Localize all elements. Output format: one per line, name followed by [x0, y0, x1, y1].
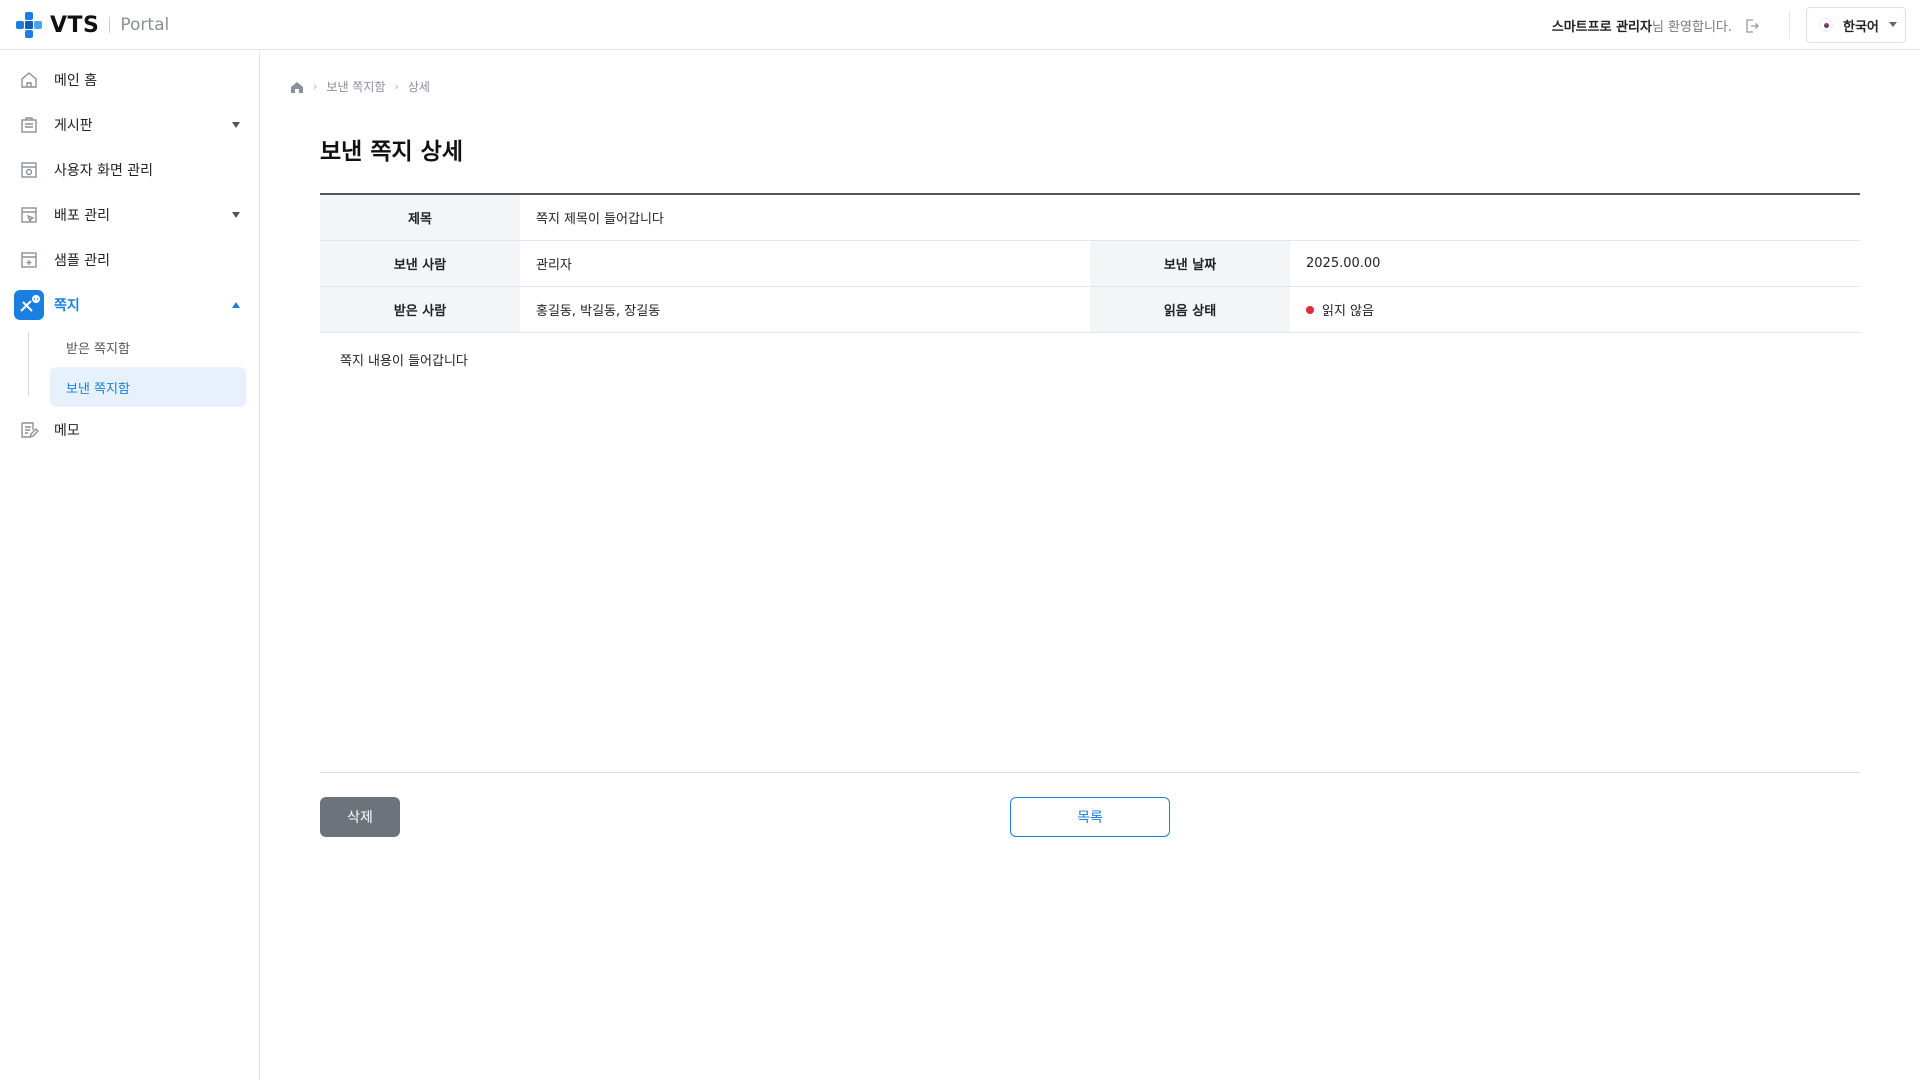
sidebar-item-label: 메인 홈	[54, 73, 98, 89]
sidebar-item-label: 사용자 화면 관리	[54, 163, 154, 179]
sender-label: 보낸 사람	[320, 241, 520, 286]
chevron-right-icon: ›	[313, 80, 318, 93]
home-icon	[14, 65, 44, 95]
logo-mark-icon	[16, 12, 42, 38]
logo-divider	[109, 17, 111, 33]
unread-status-dot-icon	[1306, 305, 1314, 314]
sidebar-item-label: 샘플 관리	[54, 253, 110, 269]
logout-icon[interactable]	[1744, 18, 1760, 34]
board-icon	[14, 110, 44, 140]
korea-flag-icon	[1819, 18, 1833, 32]
table-row: 받은 사람 홍길동, 박길동, 장길동 읽음 상태 읽지 않음	[320, 287, 1860, 333]
breadcrumb: › 보낸 쪽지함 › 상세	[290, 78, 430, 95]
chevron-down-icon	[1889, 22, 1897, 27]
sidebar-item-user-screen[interactable]: 사용자 화면 관리	[14, 152, 246, 188]
message-content: 쪽지 내용이 들어갑니다	[340, 354, 468, 369]
screen-settings-icon	[14, 155, 44, 185]
sample-icon	[14, 245, 44, 275]
chevron-up-icon	[232, 302, 240, 308]
read-status-cell: 읽지 않음	[1290, 287, 1860, 332]
sidebar-item-label: 메모	[54, 423, 80, 439]
recipients-label: 받은 사람	[320, 287, 520, 332]
sidebar-item-main-home[interactable]: 메인 홈	[14, 62, 246, 98]
page-title: 보낸 쪽지 상세	[320, 139, 463, 165]
sidebar-subitem-label: 받은 쪽지함	[66, 341, 130, 357]
breadcrumb-item-current: 상세	[407, 80, 430, 94]
deploy-icon	[14, 200, 44, 230]
subject-label: 제목	[320, 195, 520, 240]
message-detail-table: 제목 쪽지 제목이 들어갑니다 보낸 사람 관리자 보낸 날짜 2025.00.…	[320, 193, 1860, 333]
sidebar-item-message[interactable]: 쪽지	[14, 287, 246, 323]
language-select[interactable]: 한국어	[1806, 7, 1906, 43]
logo-subtitle: Portal	[120, 15, 170, 35]
delete-button[interactable]: 삭제	[320, 797, 400, 837]
submenu-guide-line	[28, 332, 29, 396]
table-row: 보낸 사람 관리자 보낸 날짜 2025.00.00	[320, 241, 1860, 287]
welcome-suffix: 님 환영합니다.	[1651, 20, 1732, 35]
sender-value: 관리자	[536, 258, 572, 273]
top-header: VTS Portal 스마트프로 관리자 님 환영합니다. 한국어	[0, 0, 1920, 50]
sidebar-item-label: 쪽지	[54, 298, 80, 314]
subject-value: 쪽지 제목이 들어갑니다	[536, 212, 664, 227]
logo-text: VTS	[50, 12, 100, 38]
welcome-user: 스마트프로 관리자	[1551, 20, 1652, 35]
sidebar-item-sample[interactable]: 샘플 관리	[14, 242, 246, 278]
header-divider	[1789, 11, 1790, 39]
recipients-value: 홍길동, 박길동, 장길동	[536, 304, 661, 319]
memo-icon	[14, 415, 44, 445]
table-row: 제목 쪽지 제목이 들어갑니다	[320, 195, 1860, 241]
sent-date-label: 보낸 날짜	[1090, 241, 1290, 286]
read-status-value: 읽지 않음	[1322, 304, 1374, 319]
sidebar-subitem-sent[interactable]: 보낸 쪽지함	[50, 367, 246, 407]
list-button[interactable]: 목록	[1010, 797, 1170, 837]
home-icon[interactable]	[290, 80, 304, 94]
read-status-label: 읽음 상태	[1090, 287, 1290, 332]
message-icon	[14, 290, 44, 320]
sidebar-item-deploy[interactable]: 배포 관리	[14, 197, 246, 233]
sidebar-item-label: 배포 관리	[54, 208, 110, 224]
sidebar: 메인 홈 게시판 사용자 화면 관리 배포 관리 샘플 관리 쪽지 받은 쪽지함…	[0, 50, 260, 1080]
sent-date-value: 2025.00.00	[1306, 256, 1381, 271]
chevron-down-icon	[232, 212, 240, 218]
breadcrumb-item[interactable]: 보낸 쪽지함	[326, 78, 385, 95]
sidebar-subitem-inbox[interactable]: 받은 쪽지함	[50, 327, 246, 367]
sidebar-item-board[interactable]: 게시판	[14, 107, 246, 143]
welcome-message: 스마트프로 관리자 님 환영합니다.	[1552, 16, 1760, 35]
sidebar-item-label: 게시판	[54, 118, 93, 134]
logo[interactable]: VTS Portal	[14, 10, 169, 40]
chevron-down-icon	[232, 122, 240, 128]
sidebar-item-memo[interactable]: 메모	[14, 412, 246, 448]
language-label: 한국어	[1843, 19, 1879, 35]
sidebar-subitem-label: 보낸 쪽지함	[66, 381, 130, 397]
content-divider	[320, 772, 1860, 773]
chevron-right-icon: ›	[394, 80, 399, 93]
